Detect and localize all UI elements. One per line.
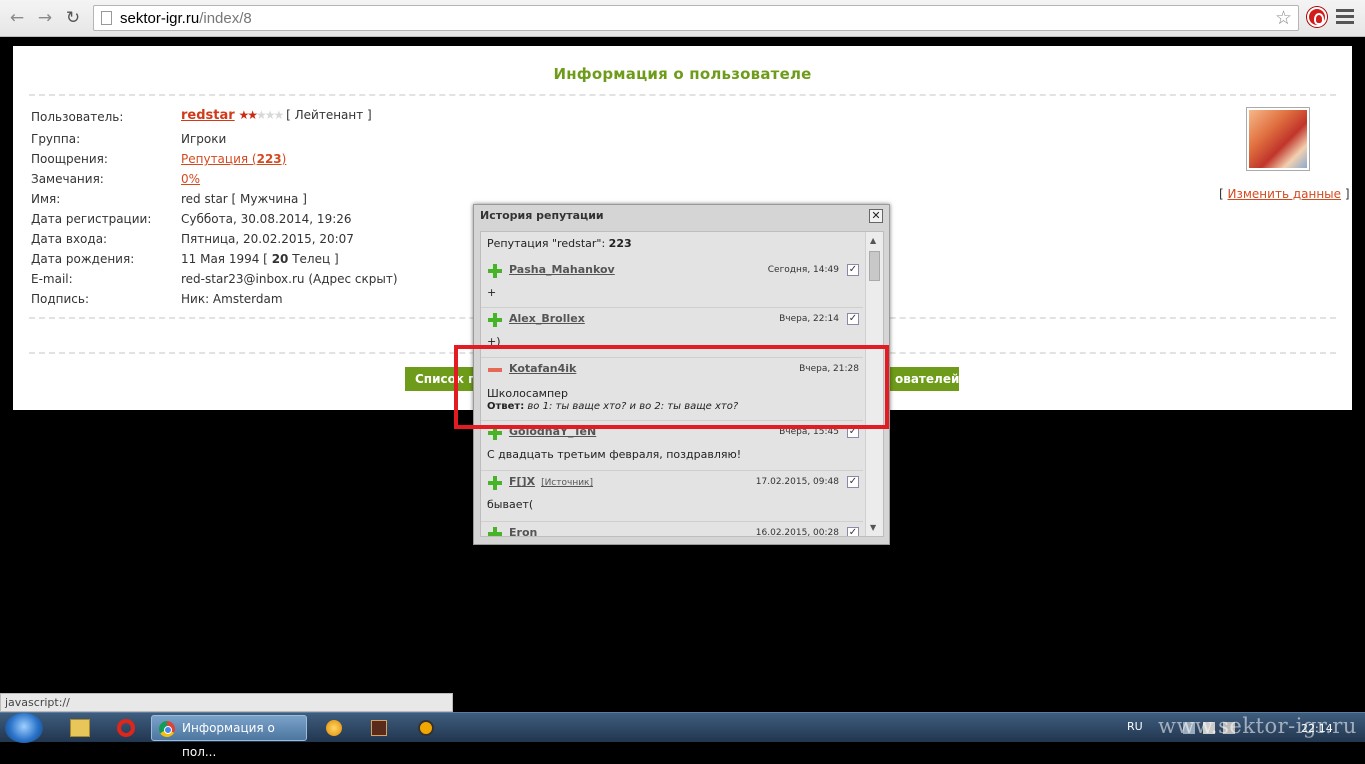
select-checkbox[interactable]: ✓ [847, 313, 859, 325]
avatar [1246, 107, 1310, 171]
page-title: Информация о пользователе [553, 65, 812, 83]
reputation-summary: Репутация "redstar": 223 [487, 237, 632, 250]
label-user: Пользователь: [31, 110, 124, 124]
select-checkbox[interactable]: ✓ [847, 476, 859, 488]
app-icon[interactable] [418, 720, 434, 736]
plus-icon [488, 476, 502, 490]
label-signature: Подпись: [31, 292, 90, 306]
author-link[interactable]: F[]X [Источник] [509, 475, 593, 488]
list-item: Eron 16.02.2015, 00:28 ✓ [481, 523, 863, 537]
browser-toolbar: ← → ↻ sektor-igr.ru/index/8 ☆ [0, 0, 1365, 37]
scroll-thumb[interactable] [869, 251, 880, 281]
label-email: E-mail: [31, 272, 73, 286]
label-birthday: Дата рождения: [31, 252, 135, 266]
entry-date: 16.02.2015, 00:28 [755, 528, 839, 537]
chrome-icon [159, 721, 175, 737]
list-item: GolodnaY_TeN Вчера, 15:45 ✓ С двадцать т… [481, 422, 863, 471]
adblock-extension-icon[interactable] [1307, 7, 1327, 27]
scroll-up-icon[interactable]: ▲ [870, 236, 876, 245]
game-icon[interactable] [371, 720, 387, 736]
taskbar-chrome-window[interactable]: Информация о пол... [151, 715, 307, 759]
edit-profile-link[interactable]: Изменить данные [1228, 187, 1342, 201]
last-login-value: Пятница, 20.02.2015, 20:07 [181, 232, 354, 246]
start-button[interactable] [5, 713, 43, 743]
user-list-button-right[interactable]: ователей [885, 367, 959, 391]
warnings-value: 0% [181, 172, 200, 186]
label-last-login: Дата входа: [31, 232, 108, 246]
plus-icon [488, 527, 502, 536]
select-checkbox[interactable]: ✓ [847, 264, 859, 276]
clock[interactable]: 22:14 [1301, 722, 1333, 735]
entry-date: 17.02.2015, 09:48 [755, 477, 839, 487]
taskbar: Информация о пол... RU www.sektor-igr.ru… [0, 712, 1365, 759]
url-text: sektor-igr.ru/index/8 [120, 10, 252, 27]
warnings-link[interactable]: 0% [181, 172, 200, 186]
explorer-icon[interactable] [70, 719, 90, 737]
email-value: red-star23@inbox.ru (Адрес скрыт) [181, 272, 398, 286]
reload-icon[interactable]: ↻ [62, 7, 84, 29]
back-icon[interactable]: ← [6, 7, 28, 29]
author-link[interactable]: Pasha_Mahankov [509, 263, 615, 276]
address-bar[interactable]: sektor-igr.ru/index/8 ☆ [93, 5, 1299, 31]
label-warnings: Замечания: [31, 172, 104, 186]
label-rewards: Поощрения: [31, 152, 108, 166]
highlight-box [454, 345, 889, 429]
source-link[interactable]: [Источник] [541, 478, 593, 488]
bookmark-star-icon[interactable]: ☆ [1275, 7, 1292, 29]
label-name: Имя: [31, 192, 61, 206]
opera-icon[interactable] [117, 719, 135, 737]
page-icon [101, 11, 112, 25]
reputation-link[interactable]: Репутация (223) [181, 152, 286, 166]
entry-date: Сегодня, 14:49 [767, 265, 839, 275]
rank-text: [ Лейтенант ] [286, 108, 372, 122]
media-player-icon[interactable] [326, 720, 342, 736]
signature-value: Ник: Amsterdam [181, 292, 283, 306]
entry-text: бывает( [487, 498, 534, 511]
reputation-value: Репутация (223) [181, 152, 286, 166]
registered-value: Суббота, 30.08.2014, 19:26 [181, 212, 352, 226]
edit-profile: [ Изменить данные ] [1219, 187, 1350, 201]
language-indicator[interactable]: RU [1127, 720, 1143, 733]
list-item: Pasha_Mahankov Сегодня, 14:49 ✓ + [481, 260, 863, 308]
list-item: F[]X [Источник] 17.02.2015, 09:48 ✓ бывае… [481, 472, 863, 522]
label-registered: Дата регистрации: [31, 212, 152, 226]
username-link[interactable]: redstar [181, 108, 235, 123]
entry-text: С двадцать третьим февраля, поздравляю! [487, 448, 742, 461]
author-link[interactable]: Eron [509, 526, 537, 536]
dialog-title: История репутации [480, 209, 604, 222]
status-bubble: javascript:// [0, 693, 453, 712]
birthday-value: 11 Мая 1994 [ 20 Телец ] [181, 252, 339, 266]
label-group: Группа: [31, 132, 81, 146]
rating-stars: ★★★★★ [238, 108, 285, 122]
close-icon[interactable]: ✕ [869, 209, 883, 223]
plus-icon [488, 313, 502, 327]
entry-date: Вчера, 22:14 [779, 314, 839, 324]
scroll-down-icon[interactable]: ▼ [870, 523, 876, 532]
plus-icon [488, 264, 502, 278]
select-checkbox[interactable]: ✓ [847, 527, 859, 536]
author-link[interactable]: Alex_Brollex [509, 312, 585, 325]
group-value: Игроки [181, 132, 227, 146]
divider [29, 94, 1336, 96]
entry-text: + [487, 286, 497, 299]
name-value: red star [ Мужчина ] [181, 192, 307, 206]
browser-menu-icon[interactable] [1336, 9, 1354, 25]
user-value: redstar ★★★★★ [ Лейтенант ] [181, 108, 372, 123]
forward-icon[interactable]: → [34, 7, 56, 29]
